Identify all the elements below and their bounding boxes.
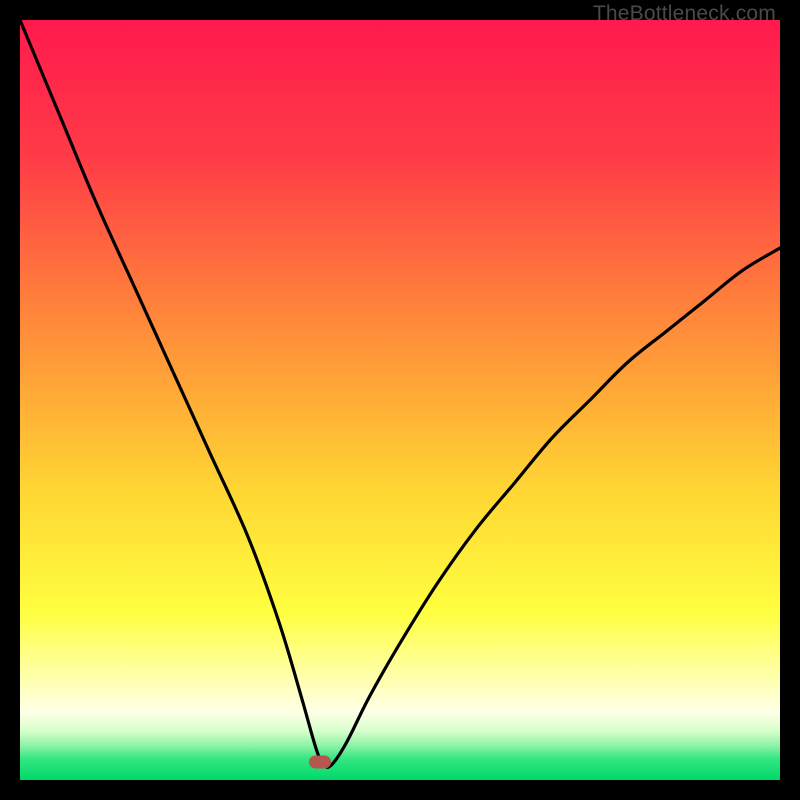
watermark-text: TheBottleneck.com: [593, 2, 776, 26]
minimum-marker: [309, 755, 331, 768]
chart-frame: TheBottleneck.com: [0, 0, 800, 800]
plot-area: [20, 20, 780, 780]
bottleneck-curve: [20, 20, 780, 780]
